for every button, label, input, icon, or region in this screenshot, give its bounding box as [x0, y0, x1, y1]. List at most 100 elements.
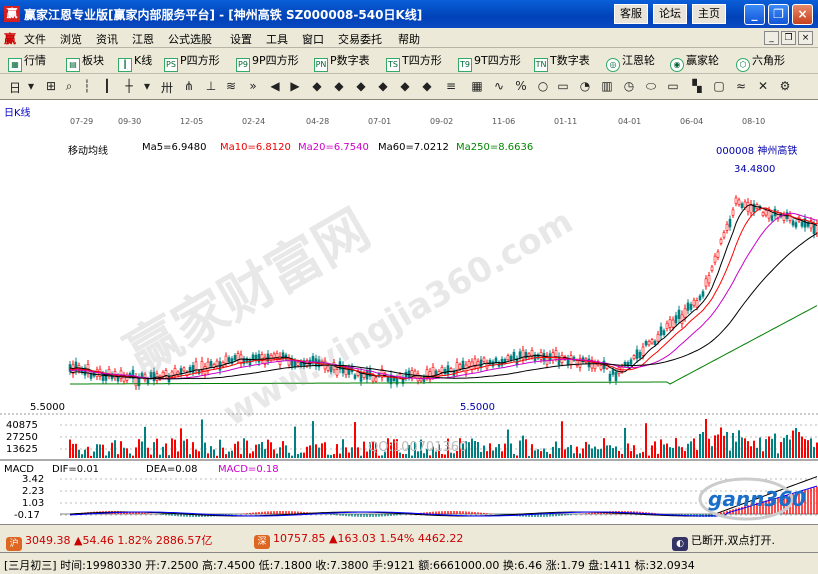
volume-bar — [516, 455, 518, 458]
menu-file[interactable]: 文件 — [24, 31, 46, 47]
diamond-icon-2[interactable]: ◆ — [332, 79, 346, 95]
candle-body — [656, 333, 660, 342]
settings-icon[interactable]: ⚙ — [778, 79, 792, 95]
volume-bar — [525, 439, 527, 458]
bars-icon[interactable]: ┆ — [80, 79, 94, 95]
volume-bar — [714, 435, 716, 458]
menu-help[interactable]: 帮助 — [398, 31, 420, 47]
tool-quotes-label: 行情 — [24, 54, 46, 67]
tn-icon: TN — [534, 58, 548, 72]
tool-t-square[interactable]: TS T四方形 — [386, 52, 442, 72]
circle-icon[interactable]: ○ — [536, 79, 550, 95]
time-icon[interactable]: ◷ — [622, 79, 636, 95]
tool-gann-wheel[interactable]: ◎ 江恩轮 — [606, 52, 655, 72]
minimize-icon[interactable]: _ — [744, 4, 765, 25]
tool-t-table[interactable]: TN T数字表 — [534, 52, 590, 72]
arrow-left-icon[interactable]: ◀ — [268, 79, 282, 95]
candle-body — [719, 239, 723, 244]
volume-bar — [477, 441, 479, 458]
tool-sectors[interactable]: ▤ 板块 — [66, 52, 104, 72]
sector-shape-icon[interactable]: ◔ — [578, 79, 592, 95]
square-icon[interactable]: ▢ — [712, 79, 726, 95]
volume-bar — [693, 438, 695, 458]
ruler-icon[interactable]: ▭ — [666, 79, 680, 95]
diamond-icon-5[interactable]: ◆ — [398, 79, 412, 95]
mdi-minimize-icon[interactable]: _ — [764, 31, 779, 45]
menu-settings[interactable]: 设置 — [230, 31, 252, 47]
broadcast-status[interactable]: ◐ 已断开,双点打开. — [672, 532, 775, 551]
dropdown-arrow-icon[interactable]: ▾ — [24, 79, 38, 95]
close-icon[interactable]: × — [792, 4, 813, 25]
volume-bar — [177, 451, 179, 458]
pattern-icon[interactable]: ≋ — [224, 79, 238, 95]
lines-icon[interactable]: ≡ — [444, 79, 458, 95]
formula-icon[interactable]: ⊞ — [44, 79, 58, 95]
dropdown-arrow-icon-2[interactable]: ▾ — [140, 79, 154, 95]
shanghai-index[interactable]: 沪 3049.38 ▲54.46 1.82% 2886.57亿 — [6, 532, 212, 551]
delete-icon[interactable]: ✕ — [756, 79, 770, 95]
tool-hexagon[interactable]: ⬡ 六角形 — [736, 52, 785, 72]
volume-bar — [336, 444, 338, 458]
percent-icon[interactable]: % — [514, 79, 528, 95]
tool-winner-wheel[interactable]: ◉ 赢家轮 — [670, 52, 719, 72]
grid-icon[interactable]: ▦ — [470, 79, 484, 95]
wave-icon[interactable]: ≈ — [734, 79, 748, 95]
period-dropdown-icon[interactable]: 日 — [8, 79, 22, 95]
mdi-close-icon[interactable]: × — [798, 31, 813, 45]
zoom-icon[interactable]: ⌕ — [62, 79, 76, 95]
diamond-icon-6[interactable]: ◆ — [420, 79, 434, 95]
diamond-icon-1[interactable]: ◆ — [310, 79, 324, 95]
tool-9p-square[interactable]: P9 9P四方形 — [236, 52, 299, 72]
menu-browse[interactable]: 浏览 — [60, 31, 82, 47]
arc-icon[interactable]: ⊥ — [204, 79, 218, 95]
tool-p-table[interactable]: PN P数字表 — [314, 52, 370, 72]
menu-tools[interactable]: 工具 — [266, 31, 288, 47]
customer-service-button[interactable]: 客服 — [614, 4, 648, 24]
rect-icon[interactable]: ▭ — [556, 79, 570, 95]
ma-icon[interactable]: 卅 — [160, 79, 174, 95]
mdi-restore-icon[interactable]: ❐ — [781, 31, 796, 45]
candle-body — [794, 222, 798, 228]
color-icon[interactable]: ▚ — [690, 79, 704, 95]
volume-bar — [171, 438, 173, 458]
volume-bar — [636, 454, 638, 458]
more-icon[interactable]: » — [246, 79, 260, 95]
menu-trade[interactable]: 交易委托 — [338, 31, 382, 47]
tool-gann-wheel-label: 江恩轮 — [622, 54, 655, 67]
tool-quotes[interactable]: ▦ 行情 — [8, 52, 46, 72]
fan-icon[interactable]: ⋔ — [182, 79, 196, 95]
menu-info[interactable]: 资讯 — [96, 31, 118, 47]
menu-gann[interactable]: 江恩 — [132, 31, 154, 47]
tool-p-square[interactable]: PS P四方形 — [164, 52, 220, 72]
volume-bar — [777, 453, 779, 458]
volume-bar — [162, 446, 164, 458]
diamond-icon-3[interactable]: ◆ — [354, 79, 368, 95]
kline-chart[interactable]: 移动均线 Ma5=6.9480 Ma10=6.8120 Ma20=6.7540 … — [0, 128, 818, 524]
homepage-button[interactable]: 主页 — [692, 4, 726, 24]
candle-body — [575, 360, 579, 366]
document-icon[interactable]: 赢 — [4, 30, 20, 46]
volume-bar — [564, 449, 566, 458]
shenzhen-index[interactable]: 深 10757.85 ▲163.03 1.54% 4462.22 — [254, 532, 463, 549]
tool-kline[interactable]: ┃ K线 — [118, 52, 152, 72]
volume-bar — [792, 430, 794, 458]
chart-icon[interactable]: ▥ — [600, 79, 614, 95]
diamond-icon-4[interactable]: ◆ — [376, 79, 390, 95]
candle-body — [740, 203, 744, 208]
volume-bar — [180, 428, 182, 458]
forum-button[interactable]: 论坛 — [653, 4, 687, 24]
candle-type-icon[interactable]: ┃ — [100, 79, 114, 95]
candle-body — [812, 224, 816, 235]
volume-bar — [210, 446, 212, 458]
arrow-right-icon[interactable]: ▶ — [288, 79, 302, 95]
volume-bar — [306, 446, 308, 458]
ellipse-icon[interactable]: ⬭ — [644, 79, 658, 95]
bars-type-icon[interactable]: ┼ — [122, 79, 136, 95]
volume-bar — [315, 444, 317, 458]
curve-icon[interactable]: ∿ — [492, 79, 506, 95]
menu-window[interactable]: 窗口 — [302, 31, 324, 47]
tool-sectors-label: 板块 — [82, 54, 104, 67]
restore-icon[interactable]: ❐ — [768, 4, 789, 25]
tool-9t-square[interactable]: T9 9T四方形 — [458, 52, 521, 72]
menu-formula-select[interactable]: 公式选股 — [168, 31, 212, 47]
